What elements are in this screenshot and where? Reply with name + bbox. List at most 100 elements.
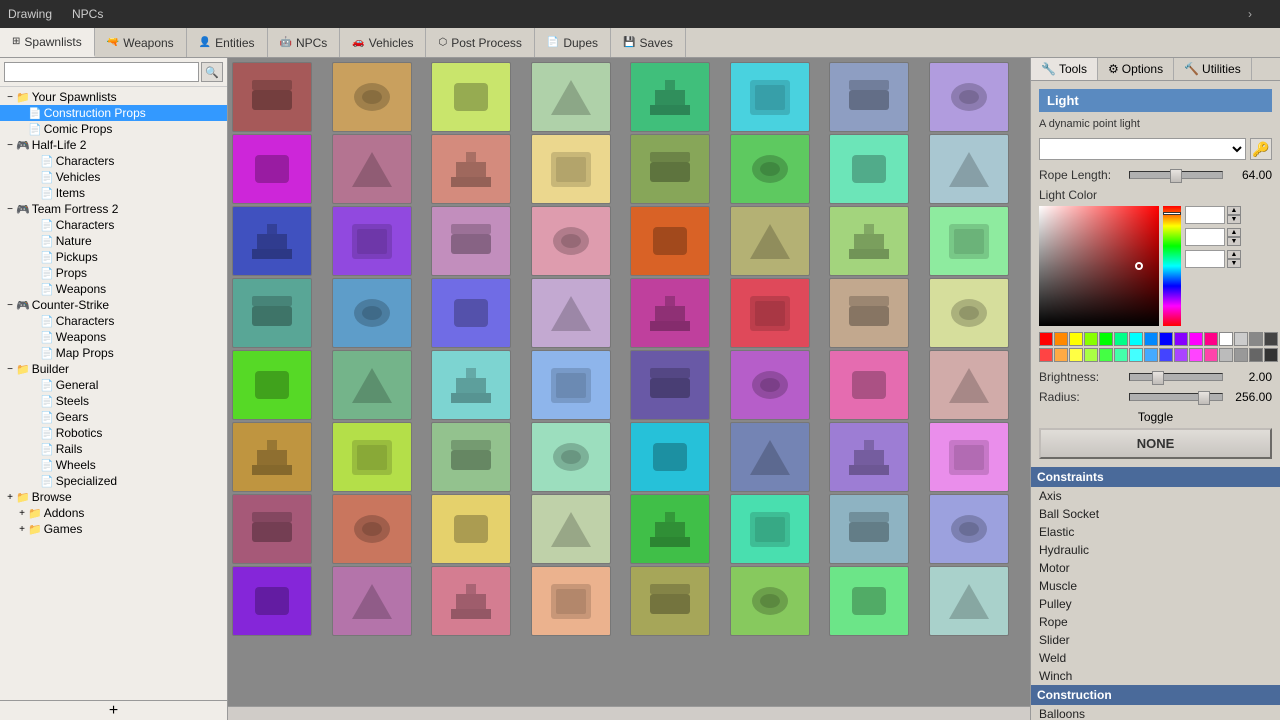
tree-item-construction-props[interactable]: 📄 Construction Props (0, 105, 227, 121)
constraint-item-weld[interactable]: Weld (1031, 649, 1280, 667)
right-tab-utilities[interactable]: 🔨Utilities (1174, 58, 1252, 80)
color-swatch[interactable] (1129, 332, 1143, 346)
grid-item[interactable] (829, 206, 909, 276)
tree-item-tf2-weapons[interactable]: 📄 Weapons (0, 281, 227, 297)
grid-item[interactable] (232, 134, 312, 204)
color-swatch[interactable] (1054, 332, 1068, 346)
tab-npcs[interactable]: 🤖NPCs (268, 28, 341, 57)
grid-item[interactable] (232, 278, 312, 348)
tree-item-cs-characters[interactable]: 📄 Characters (0, 313, 227, 329)
color-swatch[interactable] (1234, 332, 1248, 346)
constraint-item-winch[interactable]: Winch (1031, 667, 1280, 685)
grid-item[interactable] (829, 278, 909, 348)
grid-item[interactable] (431, 134, 511, 204)
color-r-input[interactable]: 255 (1185, 206, 1225, 224)
tab-spawnlists[interactable]: ⊞Spawnlists (0, 28, 95, 57)
tree-toggle[interactable]: − (4, 92, 16, 103)
color-swatch[interactable] (1129, 348, 1143, 362)
tree-item-builder-gears[interactable]: 📄 Gears (0, 409, 227, 425)
grid-item[interactable] (431, 422, 511, 492)
grid-item[interactable] (630, 206, 710, 276)
tree-toggle[interactable]: − (4, 300, 16, 311)
content-grid-area[interactable] (228, 58, 1030, 706)
color-swatch[interactable] (1099, 348, 1113, 362)
add-spawnlist-button[interactable]: + (109, 702, 118, 720)
grid-item[interactable] (730, 278, 810, 348)
grid-item[interactable] (829, 422, 909, 492)
color-b-input[interactable]: 255 (1185, 250, 1225, 268)
tree-item-tf2-nature[interactable]: 📄 Nature (0, 233, 227, 249)
constraints-header[interactable]: Constraints (1031, 467, 1280, 487)
grid-item[interactable] (431, 566, 511, 636)
tree-item-builder[interactable]: − 📁 Builder (0, 361, 227, 377)
tree-item-cs-map-props[interactable]: 📄 Map Props (0, 345, 227, 361)
tree-toggle[interactable]: + (16, 524, 28, 535)
light-key-button[interactable]: 🔑 (1250, 138, 1272, 160)
tree-toggle[interactable]: + (4, 492, 16, 503)
tree-item-builder-robotics[interactable]: 📄 Robotics (0, 425, 227, 441)
tab-post_process[interactable]: ⬡Post Process (426, 28, 534, 57)
color-swatch[interactable] (1039, 332, 1053, 346)
grid-item[interactable] (531, 278, 611, 348)
tree-item-counter-strike[interactable]: − 🎮 Counter-Strike (0, 297, 227, 313)
grid-item[interactable] (332, 422, 412, 492)
color-swatch[interactable] (1219, 348, 1233, 362)
constraint-item-muscle[interactable]: Muscle (1031, 577, 1280, 595)
color-b-down[interactable]: ▼ (1227, 259, 1241, 268)
color-swatch[interactable] (1204, 348, 1218, 362)
color-swatch[interactable] (1039, 348, 1053, 362)
constraint-item-hydraulic[interactable]: Hydraulic (1031, 541, 1280, 559)
grid-item[interactable] (630, 350, 710, 420)
radius-slider[interactable] (1129, 393, 1223, 401)
color-swatch[interactable] (1084, 348, 1098, 362)
grid-item[interactable] (929, 278, 1009, 348)
grid-item[interactable] (829, 62, 909, 132)
color-swatch[interactable] (1204, 332, 1218, 346)
grid-item[interactable] (332, 350, 412, 420)
color-swatch[interactable] (1144, 332, 1158, 346)
grid-item[interactable] (829, 350, 909, 420)
tree-item-browse-games[interactable]: + 📁 Games (0, 521, 227, 537)
tree-item-comic-props[interactable]: 📄 Comic Props (0, 121, 227, 137)
grid-item[interactable] (630, 422, 710, 492)
tree-toggle[interactable]: + (16, 508, 28, 519)
tree-item-builder-wheels[interactable]: 📄 Wheels (0, 457, 227, 473)
tab-vehicles[interactable]: 🚗Vehicles (340, 28, 426, 57)
tree-item-tf2[interactable]: − 🎮 Team Fortress 2 (0, 201, 227, 217)
color-b-up[interactable]: ▲ (1227, 250, 1241, 259)
color-swatch[interactable] (1159, 332, 1173, 346)
color-swatch[interactable] (1114, 348, 1128, 362)
right-tab-tools[interactable]: 🔧Tools (1031, 58, 1098, 80)
grid-item[interactable] (332, 566, 412, 636)
grid-item[interactable] (730, 62, 810, 132)
grid-item[interactable] (630, 278, 710, 348)
tree-item-your-spawnlists[interactable]: − 📁 Your Spawnlists (0, 89, 227, 105)
color-swatch[interactable] (1099, 332, 1113, 346)
color-swatch[interactable] (1054, 348, 1068, 362)
tab-saves[interactable]: 💾Saves (611, 28, 686, 57)
grid-item[interactable] (431, 206, 511, 276)
tree-item-hl2-characters[interactable]: 📄 Characters (0, 153, 227, 169)
tree-item-browse[interactable]: + 📁 Browse (0, 489, 227, 505)
grid-item[interactable] (531, 566, 611, 636)
tree-item-cs-weapons[interactable]: 📄 Weapons (0, 329, 227, 345)
color-swatch[interactable] (1144, 348, 1158, 362)
grid-item[interactable] (531, 422, 611, 492)
titlebar-arrow[interactable]: › (1248, 7, 1252, 21)
tree-item-tf2-props[interactable]: 📄 Props (0, 265, 227, 281)
grid-item[interactable] (630, 134, 710, 204)
color-swatch[interactable] (1189, 332, 1203, 346)
color-swatch[interactable] (1234, 348, 1248, 362)
tree-toggle[interactable]: − (4, 364, 16, 375)
constraint-item-axis[interactable]: Axis (1031, 487, 1280, 505)
grid-item[interactable] (232, 350, 312, 420)
constraint-item-ball-socket[interactable]: Ball Socket (1031, 505, 1280, 523)
search-button[interactable]: 🔍 (201, 62, 223, 82)
grid-item[interactable] (232, 494, 312, 564)
tab-entities[interactable]: 👤Entities (187, 28, 268, 57)
tree-item-tf2-characters[interactable]: 📄 Characters (0, 217, 227, 233)
grid-item[interactable] (232, 62, 312, 132)
color-swatch[interactable] (1174, 332, 1188, 346)
tree-item-half-life-2[interactable]: − 🎮 Half-Life 2 (0, 137, 227, 153)
constraint-item-pulley[interactable]: Pulley (1031, 595, 1280, 613)
